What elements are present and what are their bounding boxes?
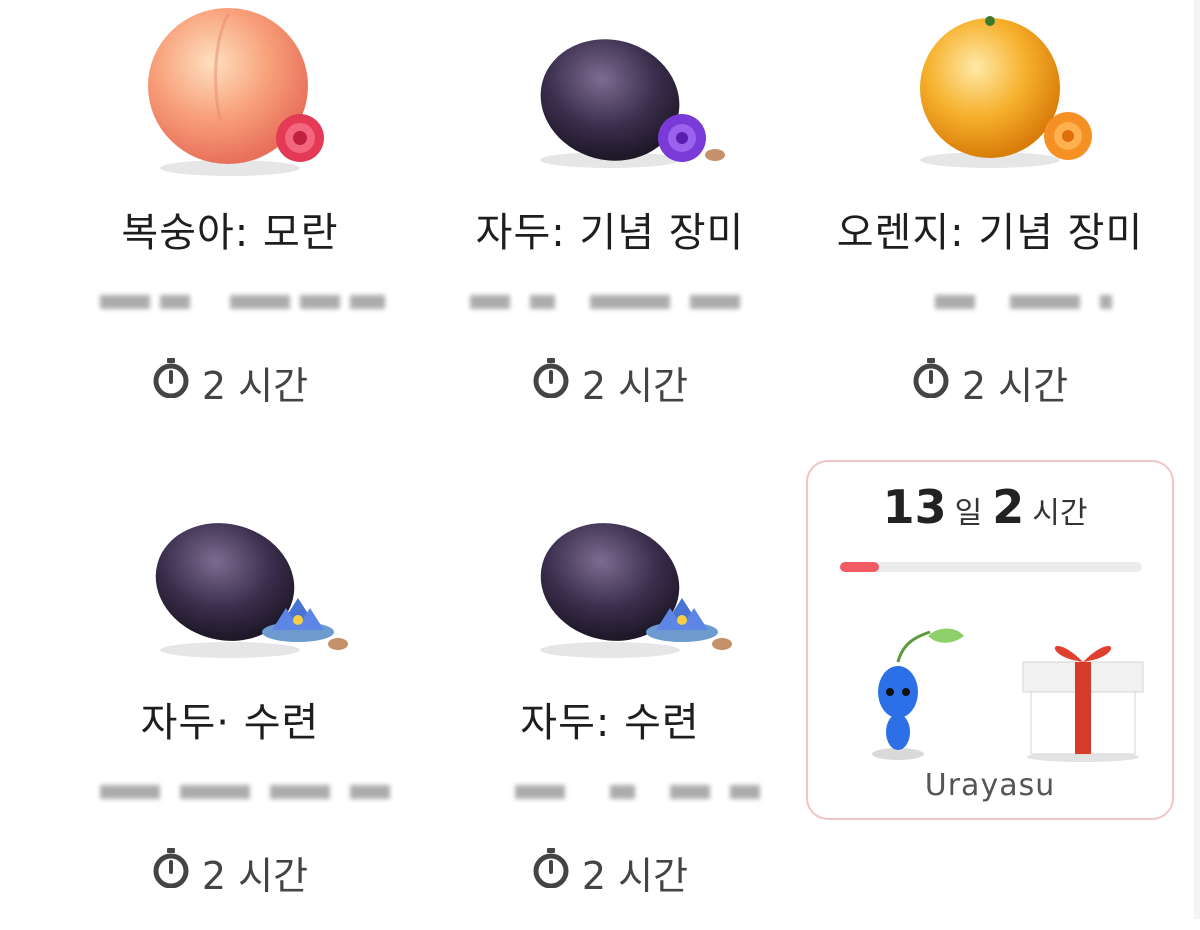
peach-icon	[50, 0, 410, 190]
duration: 2 시간	[430, 355, 790, 410]
fruit-card-plum-rose[interactable]: 자두: 기념 장미 2 시간	[430, 0, 790, 440]
redacted-text	[470, 285, 770, 321]
orange-rose-icon	[1044, 112, 1092, 160]
countdown-days: 13	[882, 480, 947, 534]
duration: 2 시간	[430, 845, 790, 900]
reward-progress-fill	[840, 562, 880, 572]
card-title: 오렌지: 기념 장미	[836, 210, 1144, 256]
duration: 2 시간	[50, 845, 410, 900]
redacted-text	[90, 775, 390, 811]
redacted-text	[470, 775, 770, 811]
plum-icon	[430, 490, 790, 680]
stopwatch-icon	[532, 358, 570, 407]
reward-progress-bar	[840, 562, 1142, 572]
duration: 2 시간	[810, 355, 1170, 410]
stopwatch-icon	[152, 358, 190, 407]
redacted-text	[850, 285, 1150, 321]
plum-icon	[50, 490, 410, 680]
orange-icon	[810, 0, 1170, 190]
duration: 2 시간	[50, 355, 410, 410]
plum-icon	[430, 0, 790, 190]
fruit-card-plum-water-lily[interactable]: 자두· 수련 2 시간	[50, 490, 410, 930]
fruit-card-plum-water-lily-2[interactable]: 자두: 수련 2 시간	[430, 490, 790, 930]
card-title: 자두· 수련	[140, 700, 320, 746]
reward-label: Urayasu	[924, 768, 1056, 803]
fruit-card-orange-rose[interactable]: 오렌지: 기념 장미 2 시간	[810, 0, 1170, 440]
peony-icon	[276, 114, 324, 162]
stopwatch-icon	[532, 848, 570, 897]
stopwatch-icon	[152, 848, 190, 897]
stopwatch-icon	[912, 358, 950, 407]
card-title: 자두: 기념 장미	[475, 210, 745, 256]
purple-rose-icon	[658, 114, 725, 162]
card-title: 복숭아: 모란	[121, 210, 339, 256]
gift-box-icon	[1013, 622, 1153, 766]
countdown-hours-unit: 시간	[1032, 496, 1088, 531]
card-title: 자두: 수련	[520, 700, 700, 746]
redacted-text	[90, 285, 390, 321]
pikmin-icon	[858, 622, 968, 766]
countdown-days-unit: 일	[954, 496, 983, 531]
fruit-card-peach-peony[interactable]: 복숭아: 모란 2 시간	[50, 0, 410, 440]
scrollbar[interactable]	[1194, 0, 1200, 919]
reward-countdown: 13 일 2 시간	[808, 480, 1172, 534]
reward-card[interactable]: 13 일 2 시간 Urayasu	[806, 460, 1174, 820]
countdown-hours: 2	[992, 480, 1025, 534]
